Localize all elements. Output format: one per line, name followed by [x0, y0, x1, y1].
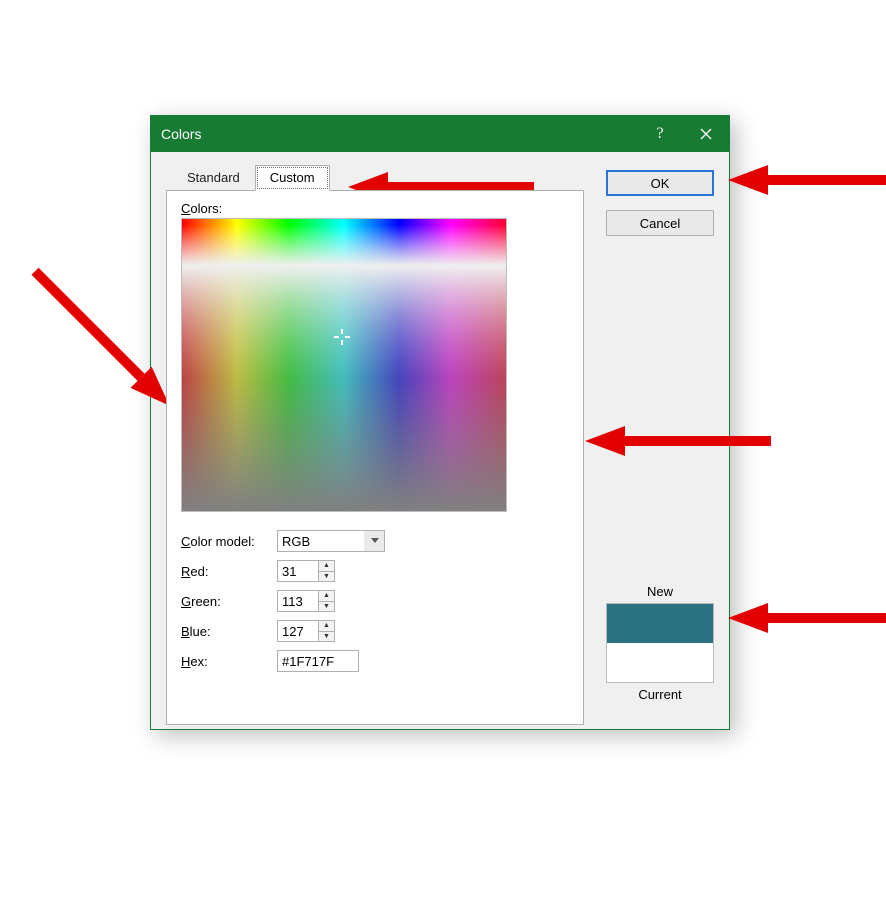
- green-spinner[interactable]: ▲▼: [277, 590, 335, 612]
- swatch-area: New Current: [606, 584, 714, 702]
- green-down[interactable]: ▼: [319, 602, 334, 612]
- swatch-new: [607, 604, 713, 643]
- red-label: Red:: [181, 564, 277, 579]
- blue-up[interactable]: ▲: [319, 621, 334, 632]
- hex-input[interactable]: [277, 650, 359, 672]
- help-button[interactable]: ?: [637, 116, 683, 152]
- row-hex: Hex:: [181, 646, 569, 676]
- blue-label: Blue:: [181, 624, 277, 639]
- green-input[interactable]: [278, 591, 318, 611]
- swatch-current: [607, 643, 713, 682]
- cancel-button[interactable]: Cancel: [606, 210, 714, 236]
- new-label: New: [606, 584, 714, 599]
- blue-input[interactable]: [278, 621, 318, 641]
- color-form: Color model: RGB Red: ▲▼ Green:: [181, 526, 569, 676]
- colors-label: Colors:: [181, 201, 569, 216]
- color-model-label: Color model:: [181, 534, 277, 549]
- green-label: Green:: [181, 594, 277, 609]
- titlebar: Colors ?: [151, 116, 729, 152]
- tab-custom[interactable]: Custom: [255, 165, 330, 191]
- spectrum-crosshair-icon: [334, 329, 350, 345]
- red-input[interactable]: [278, 561, 318, 581]
- blue-spinner[interactable]: ▲▼: [277, 620, 335, 642]
- green-up[interactable]: ▲: [319, 591, 334, 602]
- blue-down[interactable]: ▼: [319, 632, 334, 642]
- row-blue: Blue: ▲▼: [181, 616, 569, 646]
- dialog-title: Colors: [161, 126, 637, 142]
- row-green: Green: ▲▼: [181, 586, 569, 616]
- hex-label: Hex:: [181, 654, 277, 669]
- custom-panel: Colors: Color model: RGB Red:: [166, 190, 584, 725]
- red-up[interactable]: ▲: [319, 561, 334, 572]
- close-button[interactable]: [683, 116, 729, 152]
- row-red: Red: ▲▼: [181, 556, 569, 586]
- red-down[interactable]: ▼: [319, 572, 334, 582]
- swatch-stack: [606, 603, 714, 683]
- current-label: Current: [606, 687, 714, 702]
- tab-standard[interactable]: Standard: [172, 165, 255, 191]
- red-spinner[interactable]: ▲▼: [277, 560, 335, 582]
- row-color-model: Color model: RGB: [181, 526, 569, 556]
- ok-button[interactable]: OK: [606, 170, 714, 196]
- colors-dialog: Colors ? Standard Custom Colors: Color m…: [150, 115, 730, 730]
- color-spectrum[interactable]: [181, 218, 507, 512]
- color-model-select[interactable]: RGB: [277, 530, 385, 552]
- close-icon: [700, 128, 712, 140]
